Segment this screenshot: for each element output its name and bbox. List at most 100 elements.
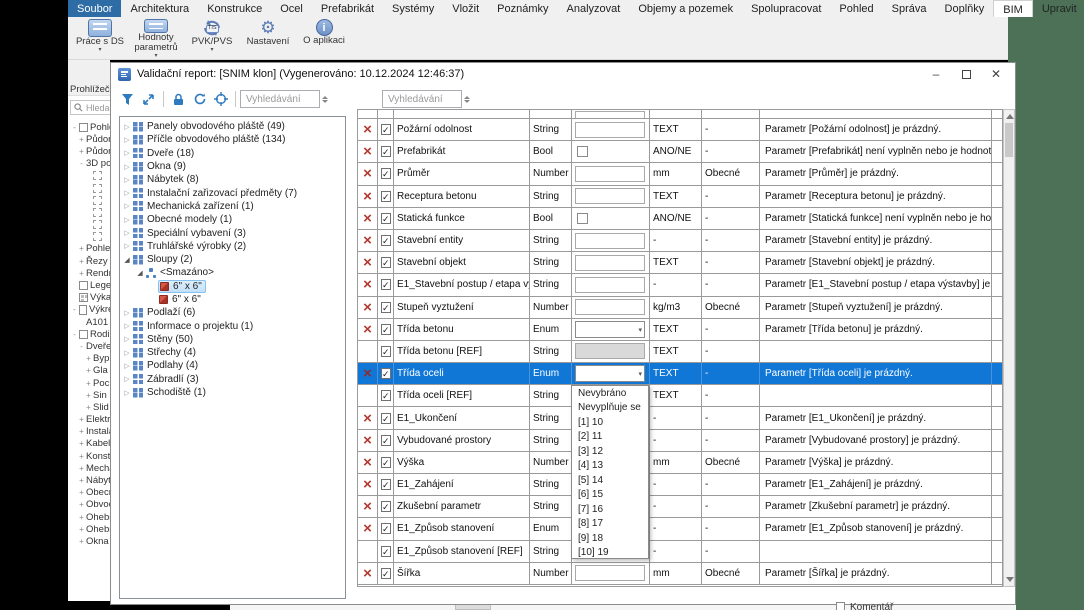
browser-tree-item[interactable]: +Gla bbox=[68, 365, 110, 377]
table-row[interactable]: ✓Třída betonu [REF]StringTEXT- bbox=[358, 341, 1002, 363]
browser-tree-item[interactable]: A101 - bbox=[68, 316, 110, 328]
comment-checkbox[interactable] bbox=[836, 602, 845, 610]
expander-icon[interactable]: ▷ bbox=[122, 176, 132, 184]
value-input[interactable] bbox=[575, 188, 645, 204]
menu-item[interactable]: BIM bbox=[993, 0, 1033, 17]
tree-search-spinner[interactable] bbox=[322, 96, 328, 103]
dropdown-option[interactable]: [8] 17 bbox=[572, 517, 648, 532]
minimize-button[interactable]: – bbox=[921, 63, 951, 85]
expand-plus-icon[interactable]: + bbox=[84, 403, 93, 412]
tree-item[interactable]: ▷Instalační zařizovací předměty (7) bbox=[120, 186, 345, 199]
table-row[interactable]: ×✓Statická funkceBoolANO/NE-Parametr [St… bbox=[358, 208, 1002, 230]
menu-item[interactable]: Architektura bbox=[121, 0, 198, 17]
row-checkbox[interactable]: ✓ bbox=[381, 390, 391, 401]
expand-plus-icon[interactable]: + bbox=[77, 135, 86, 144]
expander-icon[interactable]: ▷ bbox=[122, 375, 132, 383]
table-scrollbar[interactable] bbox=[1003, 109, 1015, 587]
row-checkbox[interactable]: ✓ bbox=[381, 302, 391, 313]
expand-plus-icon[interactable]: + bbox=[77, 452, 86, 461]
expander-icon[interactable]: ▷ bbox=[122, 216, 132, 224]
expander-icon[interactable]: ▷ bbox=[122, 389, 132, 397]
tree-item[interactable]: ▷Speciální vybavení (3) bbox=[120, 226, 345, 239]
value-checkbox[interactable] bbox=[577, 146, 588, 157]
browser-search-input[interactable]: Hleda bbox=[70, 100, 110, 115]
expander-icon[interactable]: ▷ bbox=[122, 362, 132, 370]
expand-plus-icon[interactable]: + bbox=[77, 513, 86, 522]
table-row[interactable]: ×✓E1_Stavební postup / etapa výstavbyStr… bbox=[358, 274, 1002, 296]
browser-tree-item[interactable]: -3D po bbox=[68, 158, 110, 170]
table-row[interactable]: ×✓E1_Způsob stanoveníEnum--Parametr [E1_… bbox=[358, 518, 1002, 540]
row-checkbox[interactable]: ✓ bbox=[381, 257, 391, 268]
row-checkbox[interactable]: ✓ bbox=[381, 546, 391, 557]
row-checkbox[interactable]: ✓ bbox=[381, 124, 391, 135]
menu-item[interactable]: Soubor bbox=[68, 0, 121, 17]
row-checkbox[interactable]: ✓ bbox=[381, 191, 391, 202]
value-input[interactable] bbox=[575, 233, 645, 249]
menu-item[interactable]: Upravit bbox=[1033, 0, 1084, 17]
menu-item[interactable]: Doplňky bbox=[936, 0, 994, 17]
browser-tree-item[interactable] bbox=[68, 182, 110, 194]
browser-tree-item[interactable]: +Rendr bbox=[68, 267, 110, 279]
expander-icon[interactable]: ▷ bbox=[122, 335, 132, 343]
expand-plus-icon[interactable]: + bbox=[77, 488, 86, 497]
expand-plus-icon[interactable]: + bbox=[77, 269, 86, 278]
expander-icon[interactable]: ▷ bbox=[122, 149, 132, 157]
expand-plus-icon[interactable]: + bbox=[77, 525, 86, 534]
scroll-thumb[interactable] bbox=[1005, 123, 1013, 157]
tree-item[interactable]: ▷Stěny (50) bbox=[120, 333, 345, 346]
table-row[interactable]: ✓E1_Způsob stanovení [REF]String-- bbox=[358, 541, 1002, 563]
browser-tree-item[interactable]: +Konstr bbox=[68, 450, 110, 462]
browser-tree-item[interactable] bbox=[68, 231, 110, 243]
browser-tree-item[interactable]: +Půdory bbox=[68, 133, 110, 145]
dropdown-option[interactable]: [9] 18 bbox=[572, 531, 648, 546]
expand-plus-icon[interactable]: + bbox=[84, 391, 93, 400]
table-row[interactable]: ✓Třída oceli [REF]StringTEXT- bbox=[358, 385, 1002, 407]
browser-tree-item[interactable]: +Nábyt bbox=[68, 474, 110, 486]
tree-item[interactable]: ▷Podlaží (6) bbox=[120, 306, 345, 319]
expander-icon[interactable]: ◢ bbox=[122, 256, 132, 264]
tree-item[interactable]: ▷Dveře (18) bbox=[120, 147, 345, 160]
scroll-up-icon[interactable] bbox=[1006, 114, 1014, 119]
menu-item[interactable]: Systémy bbox=[383, 0, 443, 17]
table-row[interactable]: ×✓Třída oceliEnum▾TEXT-Parametr [Třída o… bbox=[358, 363, 1002, 385]
browser-tree-item[interactable] bbox=[68, 170, 110, 182]
table-row[interactable]: ×✓PrefabrikátBoolANO/NE-Parametr [Prefab… bbox=[358, 141, 1002, 163]
row-checkbox[interactable]: ✓ bbox=[381, 568, 391, 579]
menu-item[interactable]: Analyzovat bbox=[558, 0, 630, 17]
row-checkbox[interactable]: ✓ bbox=[381, 235, 391, 246]
ribbon-button[interactable]: TISPVK/PVS▾ bbox=[184, 17, 240, 59]
expander-icon[interactable]: ▷ bbox=[122, 322, 132, 330]
browser-tree-item[interactable] bbox=[68, 206, 110, 218]
browser-tree-item[interactable]: +Poc bbox=[68, 377, 110, 389]
menu-item[interactable]: Objemy a pozemek bbox=[629, 0, 742, 17]
browser-tree-item[interactable]: +Mecha bbox=[68, 462, 110, 474]
expand-plus-icon[interactable]: + bbox=[77, 427, 86, 436]
ribbon-button[interactable]: Hodnoty parametrů▾ bbox=[128, 17, 184, 59]
table-search-input[interactable]: Vyhledávání bbox=[382, 90, 462, 108]
value-input[interactable] bbox=[575, 111, 645, 118]
tree-item[interactable]: ▷Truhlářské výrobky (2) bbox=[120, 240, 345, 253]
value-input[interactable] bbox=[575, 122, 645, 138]
browser-tree-item[interactable]: +Byp bbox=[68, 353, 110, 365]
row-checkbox[interactable]: ✓ bbox=[381, 324, 391, 335]
table-row[interactable]: ×✓ŠířkaNumbermmObecnéParametr [Šířka] je… bbox=[358, 563, 1002, 585]
expand-plus-icon[interactable]: + bbox=[84, 366, 93, 375]
value-checkbox[interactable] bbox=[577, 213, 588, 224]
tree-item[interactable]: ▷Okna (9) bbox=[120, 160, 345, 173]
menu-item[interactable]: Ocel bbox=[271, 0, 312, 17]
row-checkbox[interactable]: ✓ bbox=[381, 435, 391, 446]
browser-tree-item[interactable]: +Okna bbox=[68, 535, 110, 547]
tree-item[interactable]: ▷Mechanická zařízení (1) bbox=[120, 200, 345, 213]
expander-icon[interactable]: ▷ bbox=[122, 163, 132, 171]
dropdown-option[interactable]: [5] 14 bbox=[572, 473, 648, 488]
dropdown-option[interactable]: [7] 16 bbox=[572, 502, 648, 517]
browser-tree-item[interactable]: +Ohebn bbox=[68, 511, 110, 523]
drawing-viewport[interactable] bbox=[1008, 0, 1084, 610]
ribbon-button[interactable]: ⚙Nastavení bbox=[240, 17, 296, 59]
row-checkbox[interactable]: ✓ bbox=[381, 279, 391, 290]
dropdown-option[interactable]: [4] 13 bbox=[572, 459, 648, 474]
dropdown-option[interactable]: [3] 12 bbox=[572, 444, 648, 459]
table-row[interactable]: ×✓Zkušební parametrString--Parametr [Zku… bbox=[358, 496, 1002, 518]
expander-icon[interactable]: ▷ bbox=[122, 242, 132, 250]
expand-plus-icon[interactable]: + bbox=[77, 147, 86, 156]
